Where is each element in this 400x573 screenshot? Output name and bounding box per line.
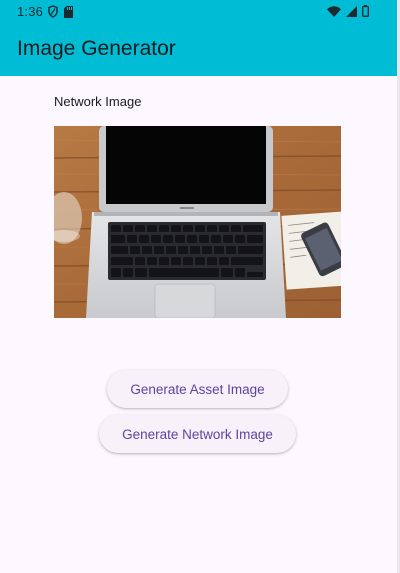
network-image-label: Network Image (54, 94, 142, 109)
status-time: 1:36 (17, 4, 44, 19)
signal-icon (346, 5, 357, 17)
status-right-icons (327, 5, 369, 17)
generate-network-image-button[interactable]: Generate Network Image (99, 415, 296, 453)
generate-asset-image-button[interactable]: Generate Asset Image (107, 370, 288, 408)
status-bar: 1:36 (0, 0, 397, 24)
laptop-photo (54, 126, 341, 318)
sd-card-icon (64, 5, 73, 18)
battery-icon (362, 5, 369, 17)
app-title: Image Generator (17, 37, 176, 60)
status-left-icons (48, 5, 73, 18)
network-image (54, 126, 341, 318)
app-bar: Image Generator (0, 24, 397, 76)
shield-icon (48, 5, 58, 18)
wifi-icon (327, 5, 341, 17)
app-screen: 1:36 Image Generator Network Image Gener… (0, 0, 397, 573)
